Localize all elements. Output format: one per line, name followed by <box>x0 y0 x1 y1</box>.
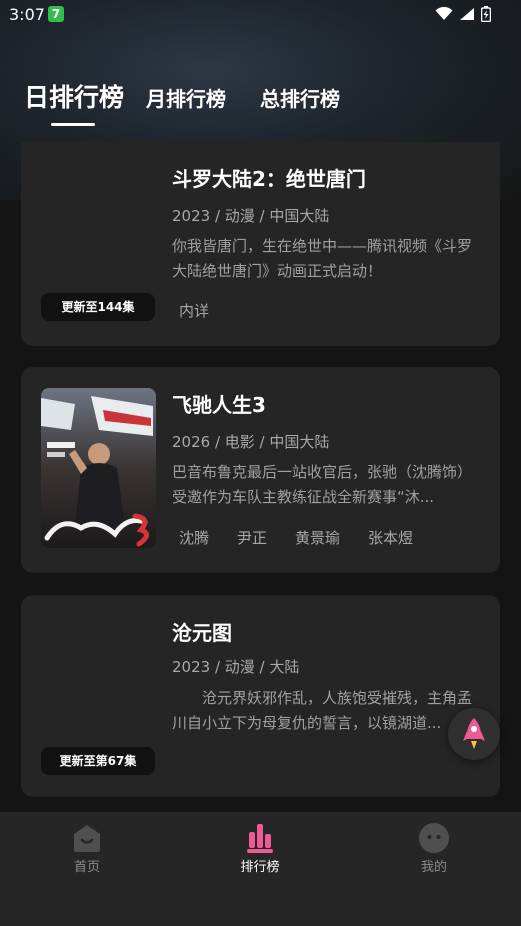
rocket-fab-button[interactable] <box>448 708 500 760</box>
wifi-icon <box>435 7 453 20</box>
poster-image <box>41 142 156 302</box>
ranking-item[interactable]: 更新至144集 斗罗大陆2：绝世唐门 2023 / 动漫 / 中国大陆 你我皆唐… <box>21 142 500 346</box>
nav-label: 首页 <box>73 860 100 875</box>
cast-name: 尹正 <box>237 529 268 547</box>
item-meta: 2023 / 动漫 / 中国大陆 <box>172 207 330 225</box>
cast-name: 张本煜 <box>368 529 414 547</box>
item-meta: 2026 / 电影 / 中国大陆 <box>172 433 330 451</box>
item-cast: 内详 <box>179 300 209 321</box>
poster-image <box>41 388 156 548</box>
nav-item-profile[interactable]: 我的 <box>374 822 494 875</box>
ranking-item[interactable]: 飞驰人生3 2026 / 电影 / 中国大陆 巴音布鲁克最后一站收官后，张驰（沈… <box>21 367 500 573</box>
item-title: 飞驰人生3 <box>172 393 266 417</box>
nav-item-ranking[interactable]: 排行榜 <box>200 822 320 875</box>
item-title: 沧元图 <box>172 621 232 645</box>
active-tab-indicator <box>51 123 95 126</box>
nav-label: 我的 <box>420 860 447 875</box>
profile-icon <box>419 823 449 853</box>
cast-name: 黄景瑜 <box>295 529 341 547</box>
item-cast: 沈腾 尹正 黄景瑜 张本煜 <box>179 527 413 548</box>
status-time: 3:07 <box>9 5 45 24</box>
home-icon <box>74 825 100 852</box>
signal-icon <box>460 8 474 20</box>
ranking-icon <box>247 824 273 853</box>
item-title: 斗罗大陆2：绝世唐门 <box>172 167 366 191</box>
episode-badge: 更新至第67集 <box>41 747 155 775</box>
rocket-icon <box>463 718 485 749</box>
episode-badge: 更新至144集 <box>41 293 155 321</box>
item-description: 巴音布鲁克最后一站收官后，张驰（沈腾饰）受邀作为车队主教练征战全新赛事“沐... <box>172 463 473 506</box>
item-meta: 2023 / 动漫 / 大陆 <box>172 658 300 676</box>
ranking-tabs: 日排行榜 月排行榜 总排行榜 <box>0 78 521 128</box>
ranking-item[interactable]: 更新至第67集 沧元图 2023 / 动漫 / 大陆 沧元界妖邪作乱，人族饱受摧… <box>21 595 500 797</box>
tab-monthly[interactable]: 月排行榜 <box>146 83 226 112</box>
status-icons <box>435 6 491 22</box>
app-notification-badge: 7 <box>48 6 64 22</box>
item-description: 你我皆唐门，生在绝世中——腾讯视频《斗罗大陆绝世唐门》动画正式启动！ <box>172 237 473 280</box>
poster-artwork <box>41 388 156 548</box>
item-description: 沧元界妖邪作乱，人族饱受摧残，主角孟川自小立下为母复仇的誓言，以镜湖道... <box>172 689 473 732</box>
cast-name: 内详 <box>179 302 210 320</box>
nav-item-home[interactable]: 首页 <box>27 822 147 875</box>
nav-label: 排行榜 <box>240 860 280 875</box>
bottom-navigation: 首页 排行榜 我的 <box>0 812 521 926</box>
tab-daily[interactable]: 日排行榜 <box>24 78 124 114</box>
status-bar: 3:07 7 <box>0 0 521 30</box>
tab-overall[interactable]: 总排行榜 <box>260 83 340 112</box>
battery-charging-icon <box>481 6 491 22</box>
cast-name: 沈腾 <box>179 529 210 547</box>
